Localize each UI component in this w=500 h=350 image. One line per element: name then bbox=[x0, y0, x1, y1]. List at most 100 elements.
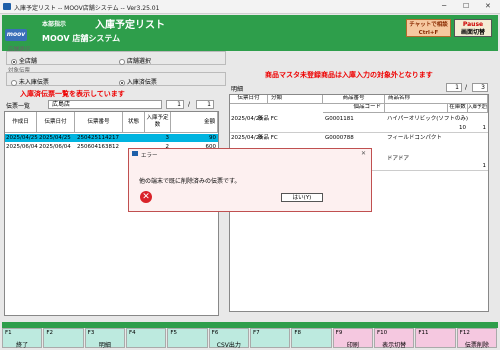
dialog-close-button[interactable]: ✕ bbox=[361, 150, 366, 157]
radio-icon bbox=[11, 79, 17, 86]
table-row[interactable]: 2025/04/25 新品 FC G0001181 ハイパーオリビック(ソフトの… bbox=[230, 115, 488, 133]
function-key-number: F6 bbox=[211, 330, 219, 336]
slip-list-title: 伝票一覧 bbox=[6, 103, 31, 110]
pause-screen-switch-button[interactable]: Pause 画面切替 bbox=[454, 19, 492, 37]
cell-name: フィールドコンパクト bbox=[387, 135, 442, 141]
function-key-number: F9 bbox=[335, 330, 343, 336]
error-icon: ✕ bbox=[140, 191, 152, 203]
cell-category: 新品 FC bbox=[258, 116, 278, 122]
function-key-label: 明細 bbox=[98, 342, 111, 349]
cell-qty: 3 bbox=[165, 135, 170, 141]
cell-created: 2025/04/25 bbox=[6, 135, 38, 141]
cell-category: 新品 FC bbox=[258, 135, 278, 141]
detail-page-total: 3 bbox=[472, 83, 488, 92]
function-key-number: F2 bbox=[46, 330, 53, 336]
system-name: MOOV 店舗システム bbox=[42, 34, 121, 43]
function-key-number: F3 bbox=[87, 330, 95, 336]
col-created-date[interactable]: 作成日 bbox=[5, 112, 37, 133]
col-product-code[interactable]: 商品番号 bbox=[323, 95, 385, 104]
cell-number: 250425114217 bbox=[77, 135, 119, 141]
dialog-ok-button[interactable]: はい(Y) bbox=[281, 193, 323, 202]
function-key-number: F4 bbox=[129, 330, 136, 336]
cell-date: 2025/06/04 bbox=[39, 144, 71, 150]
pause-label: Pause bbox=[462, 21, 484, 28]
dialog-message: 他の端末で既に削除済みの伝票です。 bbox=[139, 178, 241, 185]
target-slip-group: 未入庫伝票 入庫済伝票 bbox=[6, 72, 226, 86]
cell-qty: 1 bbox=[482, 163, 487, 169]
minimize-button[interactable]: ─ bbox=[442, 2, 446, 10]
col-detail-date[interactable]: 伝票日付 bbox=[230, 95, 268, 104]
function-key-f11[interactable]: F11 bbox=[415, 328, 456, 348]
cell-name: ハイパーオリビック(ソフトのみ) bbox=[387, 116, 469, 122]
dialog-app-icon bbox=[132, 151, 138, 156]
function-key-label: 伝票削除 bbox=[464, 342, 489, 349]
function-key-bar: F1 終了 F2 F3 明細 F4 F5 F6 CSV出力 F7 F8 F9 印刷 F10 表示切替 F11 F… bbox=[2, 328, 498, 349]
cell-amount: 90 bbox=[209, 135, 216, 141]
function-key-f8[interactable]: F8 bbox=[291, 328, 332, 348]
radio-all-stores[interactable]: 全店舗 bbox=[11, 56, 37, 65]
col-slip-date[interactable]: 伝票日付 bbox=[37, 112, 75, 133]
radio-icon bbox=[119, 79, 125, 86]
function-key-number: F7 bbox=[253, 330, 260, 336]
cell-stock: 10 bbox=[459, 125, 466, 131]
function-key-f6[interactable]: F6 CSV出力 bbox=[208, 328, 249, 349]
col-amount[interactable]: 金額 bbox=[171, 112, 218, 133]
radio-icon bbox=[119, 58, 125, 65]
function-key-number: F8 bbox=[294, 330, 301, 336]
col-planned-qty[interactable]: 入庫予定数 bbox=[145, 112, 171, 133]
function-key-f1[interactable]: F1 終了 bbox=[2, 328, 43, 349]
function-key-f3[interactable]: F3 明細 bbox=[84, 328, 125, 349]
col-product-name[interactable]: 商品名称 bbox=[385, 95, 488, 104]
radio-select-store[interactable]: 店舗選択 bbox=[119, 56, 151, 65]
radio-unreceived[interactable]: 未入庫伝票 bbox=[11, 77, 49, 86]
col-category[interactable]: 分類 bbox=[268, 95, 323, 104]
chat-consult-button[interactable]: チャットで相談 Ctrl+F bbox=[406, 19, 451, 37]
function-key-number: F5 bbox=[170, 330, 177, 336]
slip-list-grid[interactable]: 作成日 伝票日付 伝票番号 状態 入庫予定数 金額 2025/04/25 202… bbox=[4, 111, 219, 316]
store-name-field: 広島店 bbox=[48, 100, 162, 109]
function-key-label: CSV出力 bbox=[216, 342, 241, 349]
function-key-number: F1 bbox=[5, 330, 12, 336]
dialog-title: エラー bbox=[141, 153, 158, 159]
radio-received[interactable]: 入庫済伝票 bbox=[119, 77, 157, 86]
function-key-f12[interactable]: F12 伝票削除 bbox=[456, 328, 497, 349]
table-row[interactable]: 2025/04/25 2025/04/25 250425114217 3 90 bbox=[5, 134, 218, 142]
master-warning-message: 商品マスタ未登録商品は入庫入力の対象外となります bbox=[265, 71, 433, 79]
function-key-f10[interactable]: F10 表示切替 bbox=[374, 328, 415, 349]
function-key-f2[interactable]: F2 bbox=[43, 328, 84, 348]
radio-icon bbox=[11, 58, 17, 65]
radio-label: 未入庫伝票 bbox=[18, 79, 49, 86]
col-detail-qty[interactable]: 入庫予定数 bbox=[468, 104, 488, 113]
function-key-f9[interactable]: F9 印刷 bbox=[332, 328, 373, 349]
function-key-f4[interactable]: F4 bbox=[126, 328, 167, 348]
col-item-code[interactable]: 個品コード bbox=[323, 104, 385, 113]
store-select-group: 全店舗 店舗選択 bbox=[6, 51, 226, 65]
close-button[interactable]: ✕ bbox=[485, 2, 491, 10]
list-status-message: 入庫済伝票一覧を表示しています bbox=[20, 90, 125, 98]
app-icon bbox=[3, 3, 11, 10]
col-slip-number[interactable]: 伝票番号 bbox=[75, 112, 123, 133]
cell-name: ドアドア bbox=[387, 156, 410, 162]
col-status[interactable]: 状態 bbox=[123, 112, 145, 133]
window-title: 入庫予定リスト -- MOOV店舗システム -- Ver3.25.01 bbox=[14, 5, 160, 12]
cell-date: 2025/04/25 bbox=[39, 135, 71, 141]
header-subtitle: 本部指示 bbox=[42, 21, 67, 28]
chat-button-shortcut: Ctrl+F bbox=[418, 30, 439, 36]
radio-label: 入庫済伝票 bbox=[126, 79, 157, 86]
list-page-number: 1 bbox=[166, 100, 184, 109]
maximize-button[interactable]: ☐ bbox=[463, 2, 469, 10]
detail-page-number: 1 bbox=[446, 83, 462, 92]
col-stock[interactable]: 在庫数 bbox=[448, 104, 468, 113]
error-dialog: エラー ✕ 他の端末で既に削除済みの伝票です。 ✕ はい(Y) bbox=[128, 148, 372, 212]
function-key-f5[interactable]: F5 bbox=[167, 328, 208, 348]
dialog-title-bar: エラー ✕ bbox=[129, 149, 371, 159]
cell-qty: 1 bbox=[482, 125, 487, 131]
function-key-f7[interactable]: F7 bbox=[250, 328, 291, 348]
page-separator: / bbox=[188, 101, 191, 108]
function-key-label: 終了 bbox=[16, 342, 29, 349]
page-separator: / bbox=[465, 84, 468, 91]
cell-code: G0000788 bbox=[325, 135, 354, 141]
function-key-label: 印刷 bbox=[346, 342, 359, 349]
moov-logo: moov bbox=[5, 29, 27, 41]
chat-button-label: チャットで相談 bbox=[409, 22, 448, 28]
